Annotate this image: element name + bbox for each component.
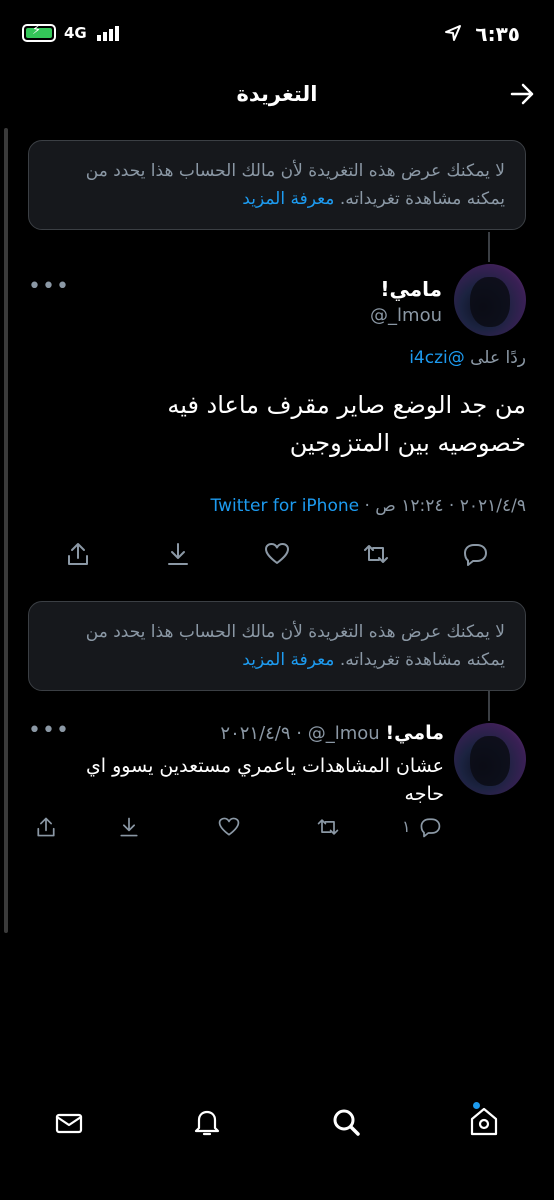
reply-header: مامي! @_lmou · ٢٠٢١/٤/٩ [220,722,444,744]
location-arrow-icon [444,24,462,46]
like-icon[interactable] [263,540,291,572]
reply-to-handle[interactable]: @i4czi [409,348,465,368]
retweet-icon[interactable] [362,540,390,572]
scrollbar[interactable] [4,128,8,933]
author-name[interactable]: مامي! [380,277,442,301]
notifications-icon[interactable] [192,1106,222,1142]
share-icon[interactable] [64,540,92,572]
thread-line [488,691,490,721]
reply-icon[interactable] [418,815,442,843]
retweet-icon[interactable] [316,815,340,843]
author-name[interactable]: مامي! [385,722,444,744]
home-icon[interactable] [468,1102,500,1142]
more-icon[interactable]: ••• [28,274,70,299]
tweet-time: ١٢:٢٤ ص [375,496,444,516]
messages-icon[interactable] [54,1108,84,1142]
signal-icon [97,26,119,41]
tweet-text: من جد الوضع صاير مقرف ماعاد فيه خصوصيه ب… [167,391,526,457]
reply-date: ٢٠٢١/٤/٩ [220,723,291,744]
reply-actions: ١ [0,815,554,841]
unavailable-tweet-notice: لا يمكنك عرض هذه التغريدة لأن مالك الحسا… [28,140,526,230]
tweet-source[interactable]: Twitter for iPhone [211,496,360,516]
search-icon[interactable] [330,1106,362,1142]
thread-line [488,232,490,262]
reply-context: ردًا على @i4czi [409,348,526,368]
more-icon[interactable]: ••• [28,718,70,743]
avatar[interactable] [454,264,526,336]
bookmark-icon[interactable] [117,815,141,843]
new-content-dot [473,1102,480,1109]
like-icon[interactable] [217,815,241,843]
author-handle[interactable]: @_lmou [370,305,442,326]
author-handle[interactable]: @_lmou [308,723,380,744]
bookmark-icon[interactable] [164,540,192,572]
bottom-tab-bar [0,1100,554,1146]
status-time: ٦:٣٥ [475,22,520,46]
tweet-date: ٢٠٢١/٤/٩ [459,496,526,516]
unavailable-tweet-notice: لا يمكنك عرض هذه التغريدة لأن مالك الحسا… [28,601,526,691]
status-bar: ٦:٣٥ ⚡ 4G [0,0,554,64]
reply-prefix: ردًا على [470,348,526,368]
back-arrow-icon[interactable] [508,80,536,112]
tweet-actions [0,540,554,574]
share-icon[interactable] [34,815,58,843]
reply-count: ١ [402,817,411,836]
page-title: التغريدة [236,82,318,106]
avatar[interactable] [454,723,526,795]
learn-more-link[interactable]: معرفة المزيد [242,189,334,209]
reply-icon[interactable] [461,540,489,572]
tweet-meta: ٢٠٢١/٤/٩ · ١٢:٢٤ ص · Twitter for iPhone [210,496,526,516]
battery-icon: ⚡ [22,23,56,42]
network-type: 4G [64,24,87,42]
reply-text: عشان المشاهدات ياعمري مستعدين يسوو اي حا… [85,755,444,805]
learn-more-link[interactable]: معرفة المزيد [242,650,334,670]
